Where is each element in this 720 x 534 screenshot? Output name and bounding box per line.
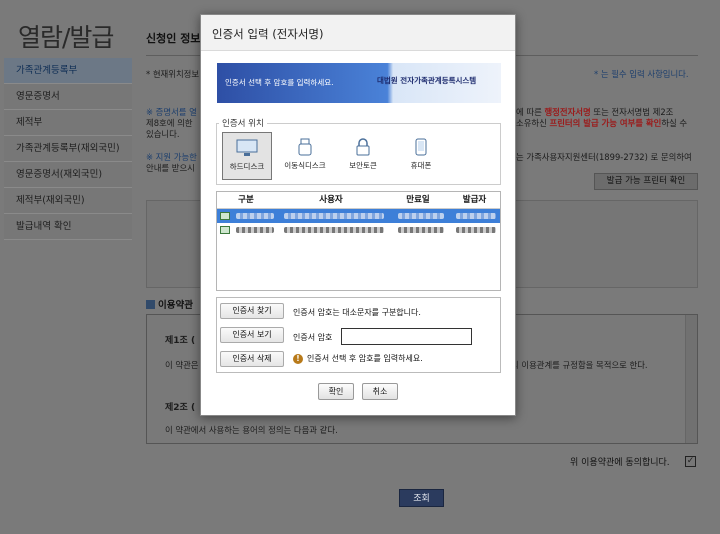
cert-row[interactable]	[217, 209, 500, 223]
redacted-value	[236, 213, 274, 219]
article-2-title: 제2조 (	[165, 403, 196, 413]
case-sensitive-note: 인증서 암호는 대소문자를 구분합니다.	[293, 308, 421, 317]
required-note: * 는 필수 입력 사항입니다.	[594, 69, 689, 79]
col-issuer: 발급자	[462, 195, 487, 205]
cert-actions-panel: 인증서 찾기 인증서 보기 인증서 삭제 인증서 암호는 대소문자를 구분합니다…	[216, 297, 501, 373]
redacted-value	[284, 227, 384, 233]
notice-line-3: 있습니다.	[146, 129, 180, 139]
article-1-text-right: 의 이용관계를 규정함을 목적으로 한다.	[511, 360, 648, 370]
cert-table-header: 구분 사용자 만료일 발급자	[217, 192, 500, 209]
redacted-value	[456, 213, 496, 219]
certificate-icon	[220, 226, 230, 234]
redacted-value	[456, 227, 496, 233]
article-1-title: 제1조 (	[165, 336, 196, 346]
delete-cert-button[interactable]: 인증서 삭제	[220, 351, 284, 367]
sidebar-menu: 가족관계등록부 영문증명서 제적부 가족관계등록부(재외국민) 영문증명서(재외…	[4, 58, 132, 240]
support-line-2: 안내를 받으시	[146, 163, 195, 173]
cert-table[interactable]: 구분 사용자 만료일 발급자	[216, 191, 501, 291]
cancel-button[interactable]: 취소	[362, 383, 398, 400]
section-bullet-icon	[146, 300, 155, 309]
redacted-value	[398, 227, 444, 233]
article-2-text: 이 약관에서 사용하는 용어의 정의는 다음과 같다.	[165, 425, 338, 435]
article-1-text: 이 약관은	[165, 360, 199, 370]
redacted-value	[236, 227, 274, 233]
monitor-icon	[236, 139, 258, 156]
usb-icon	[298, 138, 312, 156]
warning-message: ! 인증서 선택 후 암호를 입력하세요.	[293, 353, 423, 364]
warning-icon: !	[293, 354, 303, 364]
device-security-token[interactable]: 보안토큰	[338, 132, 388, 180]
cert-row[interactable]	[217, 223, 500, 237]
agree-checkbox[interactable]: ✓	[685, 456, 696, 467]
page-title: 신청인 정보	[146, 32, 201, 45]
lock-icon	[356, 138, 370, 156]
device-removable-disk[interactable]: 이동식디스크	[280, 132, 330, 180]
certificate-icon	[220, 212, 230, 220]
submit-button[interactable]: 조회	[399, 489, 444, 507]
printer-check-button[interactable]: 발급 가능 프린터 확인	[594, 173, 698, 190]
col-expiry: 만료일	[406, 195, 430, 205]
col-user: 사용자	[319, 195, 343, 205]
sidebar-item-family-register[interactable]: 가족관계등록부	[4, 58, 132, 84]
device-hard-disk[interactable]: 하드디스크	[222, 132, 272, 180]
notice-line-2-right: 소유하신 프린터의 발급 가능 여부를 확인하실 수	[516, 118, 688, 128]
password-input[interactable]	[341, 328, 472, 345]
agree-label: 위 이용약관에 동의합니다.	[570, 458, 670, 468]
col-type: 구분	[238, 195, 254, 205]
password-label: 인증서 암호	[293, 333, 333, 342]
banner-logo: 대법원 전자가족관계등록시스템	[377, 76, 477, 85]
dialog-title: 인증서 입력 (전자서명)	[201, 15, 515, 51]
ok-button[interactable]: 확인	[318, 383, 354, 400]
sidebar-title: 열람/발급	[18, 23, 114, 52]
banner-text: 인증서 선택 후 암호를 입력하세요.	[225, 78, 334, 87]
certificate-dialog: 인증서 입력 (전자서명) 인증서 선택 후 암호를 입력하세요. 대법원 전자…	[200, 14, 516, 416]
sidebar-item-removal-register[interactable]: 제적부	[4, 110, 132, 136]
find-cert-button[interactable]: 인증서 찾기	[220, 303, 284, 319]
sidebar-item-issue-history[interactable]: 발급내역 확인	[4, 214, 132, 240]
support-line-right: 는 가족사용자지원센터(1899-2732) 로 문의하여	[516, 152, 692, 162]
view-cert-button[interactable]: 인증서 보기	[220, 327, 284, 343]
terms-heading: 이용약관	[146, 297, 193, 311]
location-note: * 현재위치정보	[146, 69, 200, 79]
cert-location-group: 하드디스크 이동식디스크 보안토큰 휴대폰	[216, 123, 501, 185]
phone-icon	[415, 138, 427, 156]
redacted-value	[284, 213, 384, 219]
sidebar-item-english-cert[interactable]: 영문증명서	[4, 84, 132, 110]
redacted-value	[398, 213, 444, 219]
terms-scrollbar[interactable]	[685, 315, 697, 443]
dialog-banner: 인증서 선택 후 암호를 입력하세요. 대법원 전자가족관계등록시스템	[217, 63, 501, 103]
sidebar-item-family-register-overseas[interactable]: 가족관계등록부(재외국민)	[4, 136, 132, 162]
device-phone[interactable]: 휴대폰	[396, 132, 446, 180]
sidebar-item-english-cert-overseas[interactable]: 영문증명서(재외국민)	[4, 162, 132, 188]
cert-location-label: 인증서 위치	[219, 117, 267, 129]
sidebar-item-removal-register-overseas[interactable]: 제적부(재외국민)	[4, 188, 132, 214]
